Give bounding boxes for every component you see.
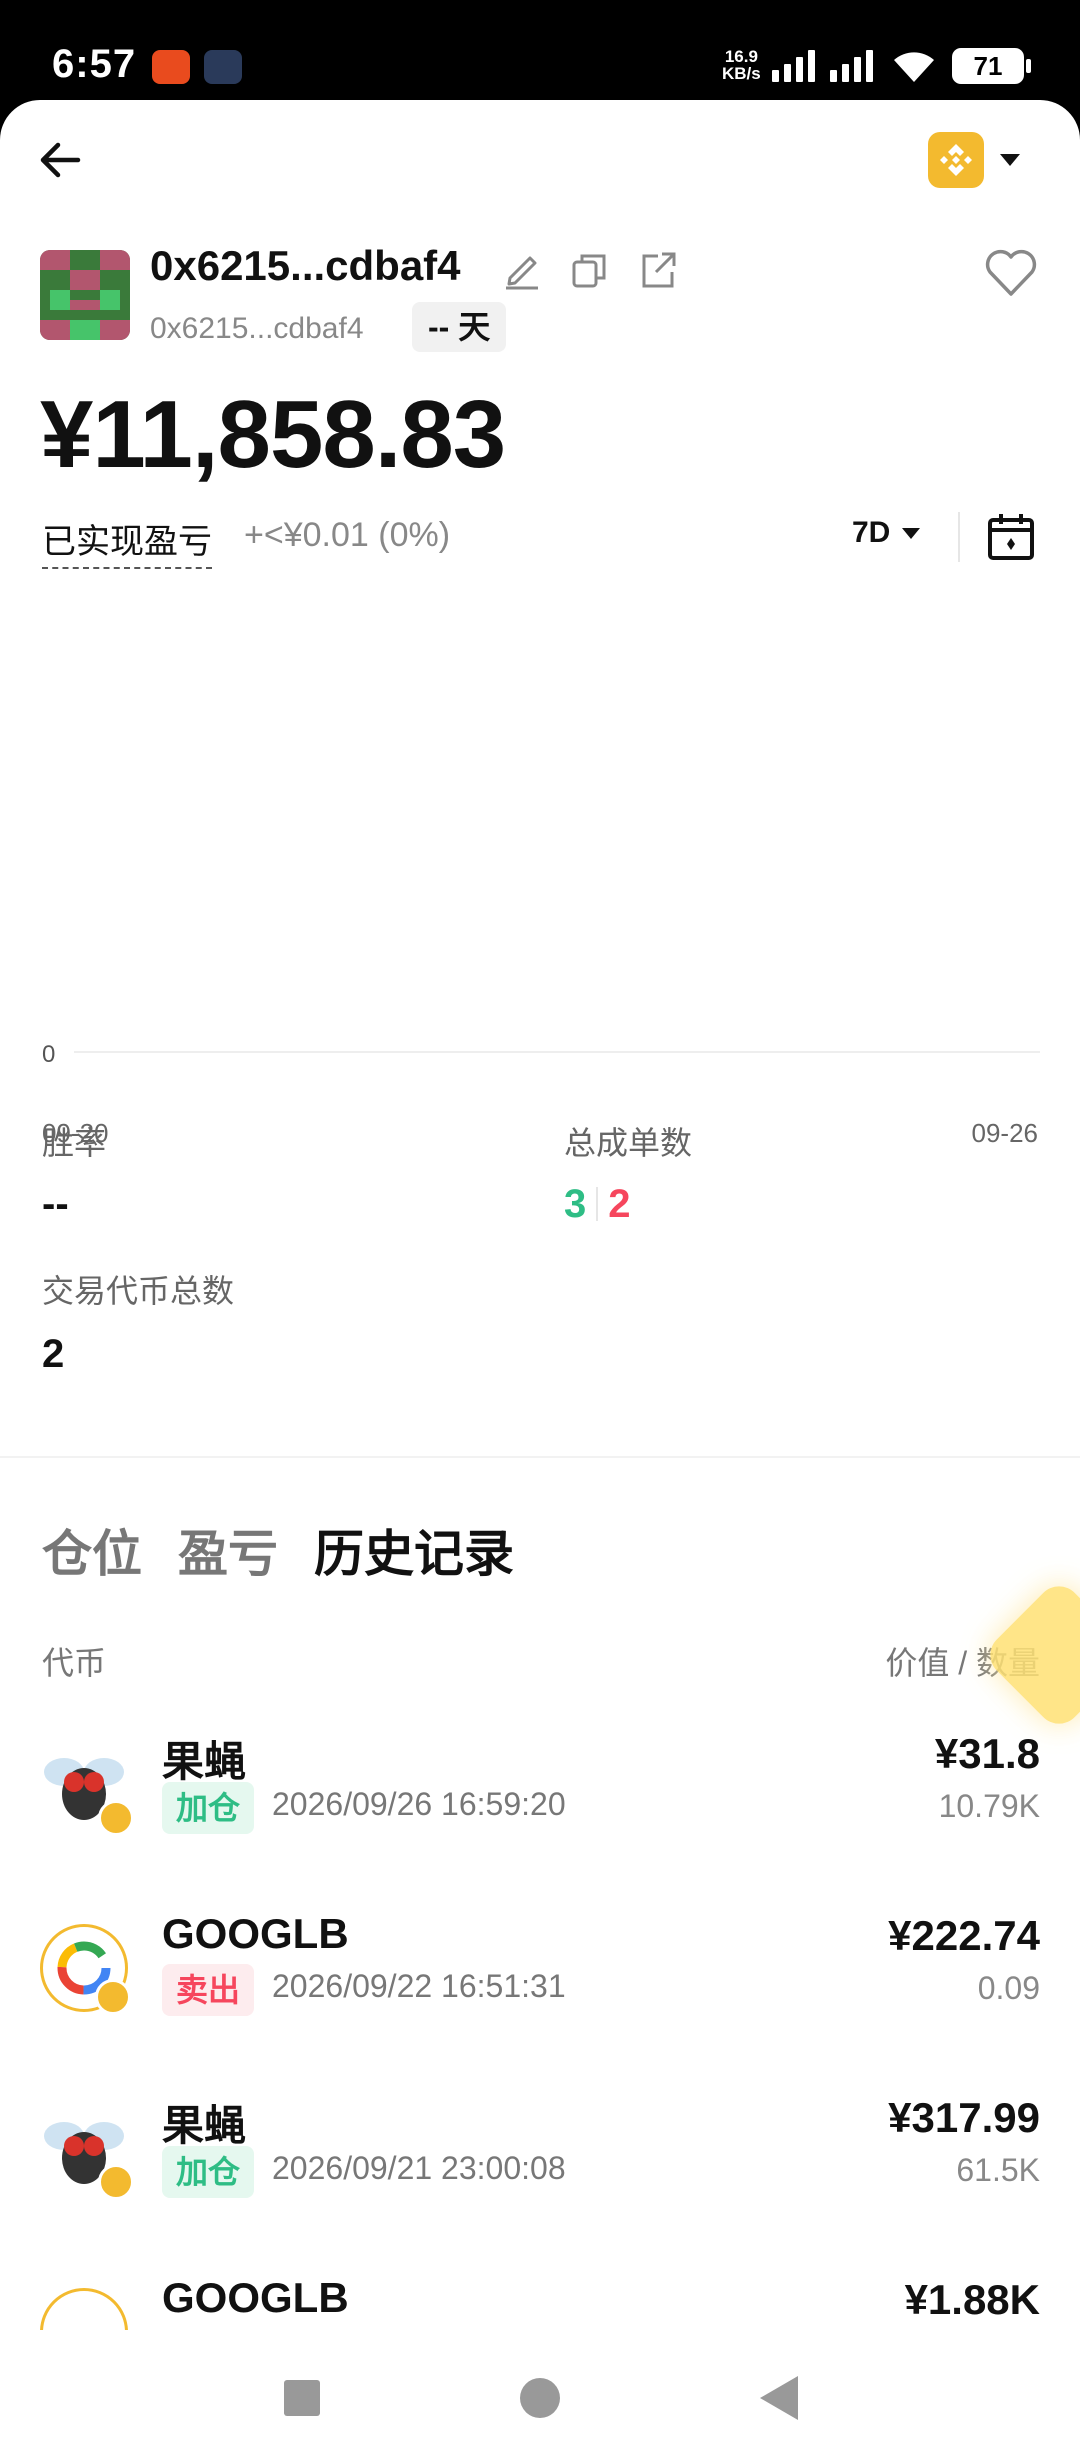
trade-value: ¥31.8 [934, 1730, 1040, 1777]
trade-time: 2026/09/21 23:00:08 [272, 2150, 566, 2186]
chain-selector[interactable] [928, 130, 1040, 190]
calendar-icon[interactable] [984, 510, 1038, 564]
tab-pnl[interactable]: 盈亏 [178, 1514, 278, 1586]
home-button[interactable] [520, 2378, 560, 2418]
notification-app-icon [152, 50, 190, 84]
floating-assistant-icon[interactable] [981, 1577, 1080, 1733]
status-bar: 6:57 16.9 KB/s 71 [0, 0, 1080, 100]
trade-value: ¥222.74 [888, 1912, 1040, 1959]
battery-icon: 71 [952, 48, 1031, 84]
bnb-chain-badge [95, 1979, 131, 2015]
history-row[interactable]: 果蝇 加仓 2026/09/21 23:00:08 ¥317.99 61.5K [0, 2084, 1080, 2266]
copy-icon[interactable] [568, 248, 612, 292]
notification-app-icon-2 [204, 50, 242, 84]
trade-quantity: 61.5K [956, 2152, 1040, 2188]
buy-orders-count: 3 [564, 1182, 587, 1226]
bnb-chain-icon [928, 132, 984, 188]
action-tag: 加仓 [162, 2146, 255, 2198]
tab-bar: 仓位 盈亏 历史记录 [42, 1514, 514, 1586]
caret-down-icon [902, 527, 921, 539]
action-tag: 加仓 [162, 1782, 255, 1834]
days-badge: -- 天 [412, 302, 507, 352]
edit-icon[interactable] [500, 248, 544, 292]
wallet-balance: ¥11,858.83 [40, 381, 506, 488]
action-tag: 卖出 [162, 1964, 255, 2016]
history-row[interactable]: GOOGLB ¥1.88K [0, 2266, 1080, 2330]
history-row[interactable]: 果蝇 加仓 2026/09/26 16:59:20 ¥31.8 10.79K [0, 1720, 1080, 1902]
divider [596, 1187, 599, 1221]
wallet-detail-sheet: 0x6215...cdbaf4 0x6215...cdbaf4 -- 天 ¥11… [0, 100, 1080, 2330]
trade-value: ¥1.88K [904, 2276, 1040, 2323]
fly-token-icon [40, 2106, 134, 2200]
network-speed: 16.9 KB/s [722, 48, 761, 82]
total-orders-value: 32 [564, 1182, 631, 1227]
period-label: 7D [852, 516, 891, 549]
realized-pnl-label[interactable]: 已实现盈亏 [42, 514, 212, 569]
history-list: 果蝇 加仓 2026/09/26 16:59:20 ¥31.8 10.79K G… [0, 1720, 1080, 2330]
signal-icon [772, 50, 815, 82]
trade-quantity: 0.09 [977, 1970, 1040, 2006]
back-arrow-icon[interactable] [34, 134, 86, 186]
total-orders-label: 总成单数 [564, 1125, 693, 1161]
system-nav-bar [0, 2330, 1080, 2460]
tokens-traded-value: 2 [42, 1332, 65, 1376]
trade-time: 2026/09/22 16:51:31 [272, 1968, 566, 2004]
trade-quantity: 10.79K [938, 1788, 1040, 1824]
token-name: GOOGLB [162, 1910, 349, 1957]
signal-icon-2 [830, 50, 873, 82]
pnl-chart: 0 09-20 09-26 [42, 1041, 1040, 1148]
period-selector[interactable]: 7D [852, 516, 921, 550]
sell-orders-count: 2 [608, 1182, 631, 1226]
recents-button[interactable] [284, 2380, 320, 2416]
token-name: 果蝇 [162, 2102, 247, 2149]
wallet-address: 0x6215...cdbaf4 [150, 242, 461, 289]
wallet-address-short: 0x6215...cdbaf4 [150, 312, 364, 345]
win-rate-value: -- [42, 1182, 69, 1226]
trade-value: ¥317.99 [888, 2094, 1040, 2141]
external-link-icon[interactable] [636, 248, 680, 292]
fly-token-icon [40, 1742, 134, 1836]
google-token-icon [40, 2288, 128, 2330]
chevron-down-icon [1000, 154, 1020, 166]
tab-positions[interactable]: 仓位 [42, 1514, 142, 1586]
wifi-icon [894, 52, 934, 82]
divider [958, 512, 960, 562]
bnb-chain-badge [98, 1800, 134, 1836]
google-token-icon [40, 1924, 131, 2015]
trade-time: 2026/09/26 16:59:20 [272, 1786, 566, 1822]
network-speed-value: 16.9 [724, 47, 758, 66]
token-name: 果蝇 [162, 1738, 247, 1785]
tokens-traded-label: 交易代币总数 [42, 1273, 235, 1309]
win-rate-label: 胜率 [42, 1125, 107, 1161]
network-speed-unit: KB/s [722, 64, 761, 83]
favorite-heart-icon[interactable] [984, 248, 1038, 298]
realized-pnl-value: +<¥0.01 (0%) [244, 516, 451, 554]
section-divider [0, 1456, 1080, 1458]
bnb-chain-badge [98, 2164, 134, 2200]
column-header-token: 代币 [42, 1645, 107, 1681]
history-row[interactable]: GOOGLB 卖出 2026/09/22 16:51:31 ¥222.74 0.… [0, 1902, 1080, 2084]
wallet-avatar [40, 250, 130, 340]
token-name: GOOGLB [162, 2274, 349, 2321]
chart-x-tick-end: 09-26 [972, 1118, 1039, 1148]
status-time: 6:57 [52, 42, 137, 86]
chart-y-tick-0: 0 [42, 1041, 55, 1068]
address-actions [500, 248, 680, 292]
tab-history[interactable]: 历史记录 [314, 1514, 514, 1586]
back-button[interactable] [760, 2376, 798, 2420]
